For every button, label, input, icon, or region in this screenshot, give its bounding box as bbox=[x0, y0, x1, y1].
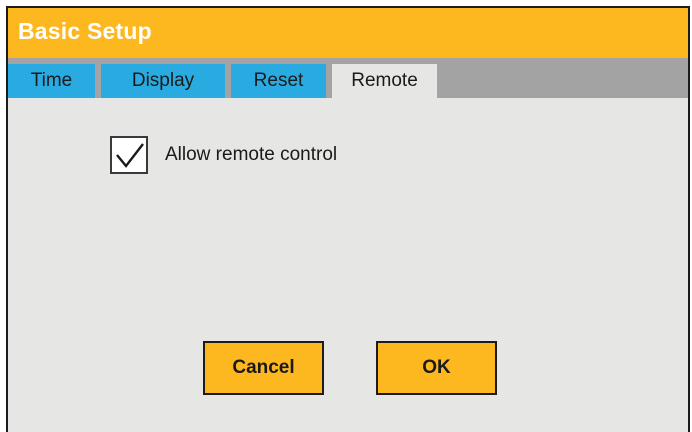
tab-remote[interactable]: Remote bbox=[332, 64, 437, 98]
ok-button[interactable]: OK bbox=[376, 341, 497, 395]
tab-bar: Time Display Reset Remote bbox=[8, 58, 688, 98]
window-title: Basic Setup bbox=[18, 18, 152, 44]
checkmark-icon bbox=[116, 143, 144, 168]
cancel-button[interactable]: Cancel bbox=[203, 341, 324, 395]
tab-time[interactable]: Time bbox=[8, 64, 95, 98]
tab-display[interactable]: Display bbox=[101, 64, 225, 98]
title-bar: Basic Setup bbox=[8, 8, 688, 58]
allow-remote-control-label: Allow remote control bbox=[165, 144, 338, 165]
allow-remote-control-checkbox[interactable] bbox=[110, 136, 148, 174]
basic-setup-window: Basic Setup Time Display Reset Remote Al… bbox=[6, 6, 690, 432]
tab-reset[interactable]: Reset bbox=[231, 64, 326, 98]
